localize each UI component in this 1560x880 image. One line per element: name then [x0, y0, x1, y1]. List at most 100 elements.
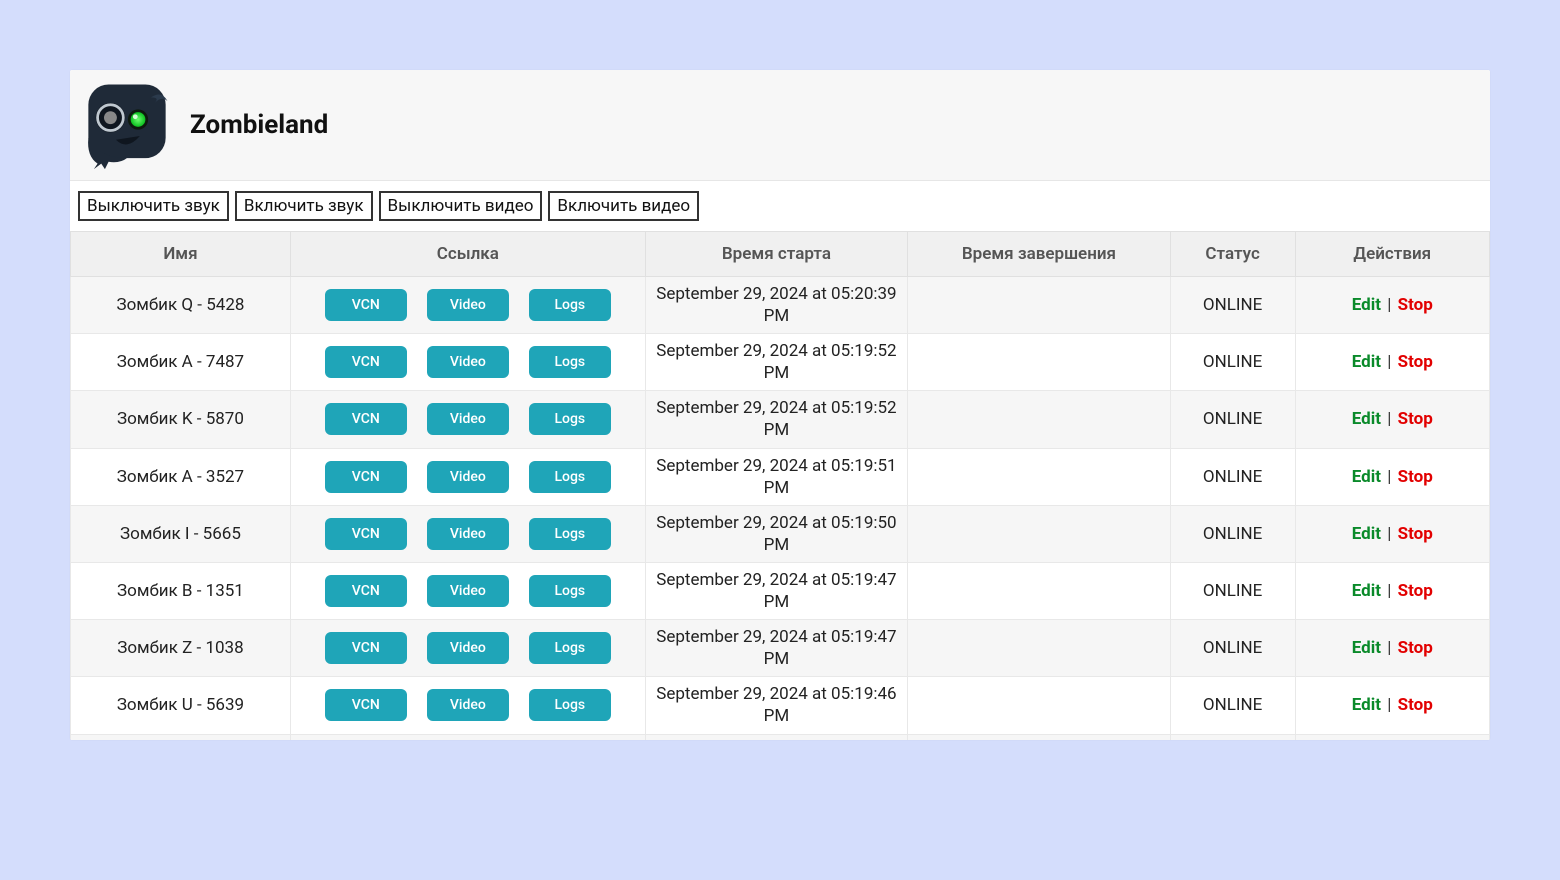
- table-row: Зомбик U - 5639 VCN Video Logs September 29,…: [71, 677, 1490, 734]
- cell-links: VCN Video Logs: [290, 677, 645, 734]
- logs-button[interactable]: Logs: [529, 575, 611, 607]
- vcn-button[interactable]: VCN: [325, 289, 407, 321]
- action-separator: |: [1383, 409, 1396, 429]
- cell-links: VCNVideoLogs: [290, 734, 645, 740]
- video-button[interactable]: Video: [427, 403, 509, 435]
- table-row: Зомбик A - 7487 VCN Video Logs September 29,…: [71, 334, 1490, 391]
- edit-link[interactable]: Edit: [1352, 638, 1381, 658]
- cell-name: Зомбик Z - 1038: [71, 620, 291, 677]
- edit-link[interactable]: Edit: [1352, 352, 1381, 372]
- stop-link[interactable]: Stop: [1398, 581, 1433, 601]
- unmute-sound-button[interactable]: Включить звук: [235, 191, 373, 221]
- action-separator: |: [1383, 352, 1396, 372]
- vcn-button[interactable]: VCN: [325, 689, 407, 721]
- cell-links: VCN Video Logs: [290, 277, 645, 334]
- logs-button[interactable]: Logs: [529, 632, 611, 664]
- cell-start-time: September 29, 2024 at 05:19:50 PM: [645, 505, 908, 562]
- cell-actions: Edit | Stop: [1295, 505, 1489, 562]
- mute-video-button[interactable]: Выключить видео: [379, 191, 543, 221]
- stop-link[interactable]: Stop: [1398, 295, 1433, 315]
- video-button[interactable]: Video: [427, 346, 509, 378]
- mute-sound-button[interactable]: Выключить звук: [78, 191, 229, 221]
- video-button[interactable]: Video: [427, 461, 509, 493]
- app-title: Zombieland: [190, 110, 328, 140]
- cell-actions: Edit | Stop: [1295, 562, 1489, 619]
- vcn-button[interactable]: VCN: [325, 518, 407, 550]
- cell-start-time: September 29, 2024 at 05:19:51 PM: [645, 448, 908, 505]
- stop-link[interactable]: Stop: [1398, 467, 1433, 487]
- cell-name: Зомбик Z - 6009: [71, 734, 291, 740]
- stop-link[interactable]: Stop: [1398, 409, 1433, 429]
- logs-button[interactable]: Logs: [529, 518, 611, 550]
- cell-actions: Edit | Stop: [1295, 620, 1489, 677]
- cell-name: Зомбик A - 7487: [71, 334, 291, 391]
- stop-link[interactable]: Stop: [1398, 524, 1433, 544]
- cell-links: VCN Video Logs: [290, 334, 645, 391]
- cell-status: ONLINE: [1170, 620, 1295, 677]
- table-row: Зомбик Q - 5428 VCN Video Logs September 29,…: [71, 277, 1490, 334]
- action-separator: |: [1383, 524, 1396, 544]
- col-header-actions: Действия: [1295, 232, 1489, 277]
- cell-status: ONLINE: [1170, 334, 1295, 391]
- stop-link[interactable]: Stop: [1398, 352, 1433, 372]
- table-row: Зомбик K - 5870VCNVideoLogsSeptember 29,…: [71, 391, 1490, 448]
- stop-link[interactable]: Stop: [1398, 695, 1433, 715]
- cell-links: VCN Video Logs: [290, 562, 645, 619]
- vcn-button[interactable]: VCN: [325, 461, 407, 493]
- cell-start-time: September 29, 2024 at 05:19:52 PM: [645, 334, 908, 391]
- vcn-button[interactable]: VCN: [325, 346, 407, 378]
- video-button[interactable]: Video: [427, 518, 509, 550]
- col-header-status: Статус: [1170, 232, 1295, 277]
- table-row: Зомбик Z - 1038VCNVideoLogsSeptember 29,…: [71, 620, 1490, 677]
- cell-start-time: September 29, 2024 at 05:19:46 PM: [645, 677, 908, 734]
- logs-button[interactable]: Logs: [529, 346, 611, 378]
- cell-end-time: [908, 277, 1171, 334]
- video-button[interactable]: Video: [427, 575, 509, 607]
- table-row: Зомбик A - 3527VCNVideoLogsSeptember 29,…: [71, 448, 1490, 505]
- logs-button[interactable]: Logs: [529, 403, 611, 435]
- toolbar: Выключить звук Включить звук Выключить в…: [70, 181, 1490, 231]
- cell-status: ONLINE: [1170, 562, 1295, 619]
- cell-end-time: [908, 505, 1171, 562]
- cell-end-time: [908, 562, 1171, 619]
- action-separator: |: [1383, 695, 1396, 715]
- edit-link[interactable]: Edit: [1352, 695, 1381, 715]
- cell-status: ONLINE: [1170, 677, 1295, 734]
- cell-status: ONLINE: [1170, 277, 1295, 334]
- edit-link[interactable]: Edit: [1352, 409, 1381, 429]
- col-header-start: Время старта: [645, 232, 908, 277]
- cell-end-time: [908, 334, 1171, 391]
- cell-start-time: September 29, 2024 at 05:20:39 PM: [645, 277, 908, 334]
- col-header-name: Имя: [71, 232, 291, 277]
- vcn-button[interactable]: VCN: [325, 632, 407, 664]
- logs-button[interactable]: Logs: [529, 289, 611, 321]
- video-button[interactable]: Video: [427, 689, 509, 721]
- cell-actions: Edit | Stop: [1295, 334, 1489, 391]
- cell-actions: Edit | Stop: [1295, 734, 1489, 740]
- app-logo-icon: [78, 76, 176, 174]
- video-button[interactable]: Video: [427, 632, 509, 664]
- edit-link[interactable]: Edit: [1352, 581, 1381, 601]
- cell-actions: Edit | Stop: [1295, 277, 1489, 334]
- cell-status: ONLINE: [1170, 391, 1295, 448]
- video-button[interactable]: Video: [427, 289, 509, 321]
- edit-link[interactable]: Edit: [1352, 524, 1381, 544]
- cell-name: Зомбик Q - 5428: [71, 277, 291, 334]
- vcn-button[interactable]: VCN: [325, 403, 407, 435]
- table-row: Зомбик B - 1351VCNVideoLogsSeptember 29,…: [71, 562, 1490, 619]
- cell-name: Зомбик I - 5665: [71, 505, 291, 562]
- cell-status: ONLINE: [1170, 734, 1295, 740]
- cell-end-time: [908, 620, 1171, 677]
- unmute-video-button[interactable]: Включить видео: [548, 191, 699, 221]
- vcn-button[interactable]: VCN: [325, 575, 407, 607]
- edit-link[interactable]: Edit: [1352, 295, 1381, 315]
- logs-button[interactable]: Logs: [529, 461, 611, 493]
- logs-button[interactable]: Logs: [529, 689, 611, 721]
- bots-table: Имя Ссылка Время старта Время завершения…: [70, 231, 1490, 740]
- cell-actions: Edit | Stop: [1295, 677, 1489, 734]
- cell-start-time: September 29, 2024 at 05:19:52 PM: [645, 391, 908, 448]
- edit-link[interactable]: Edit: [1352, 467, 1381, 487]
- cell-name: Зомбик U - 5639: [71, 677, 291, 734]
- stop-link[interactable]: Stop: [1398, 638, 1433, 658]
- cell-start-time: September 29, 2024 at 05:19:46 PM: [645, 734, 908, 740]
